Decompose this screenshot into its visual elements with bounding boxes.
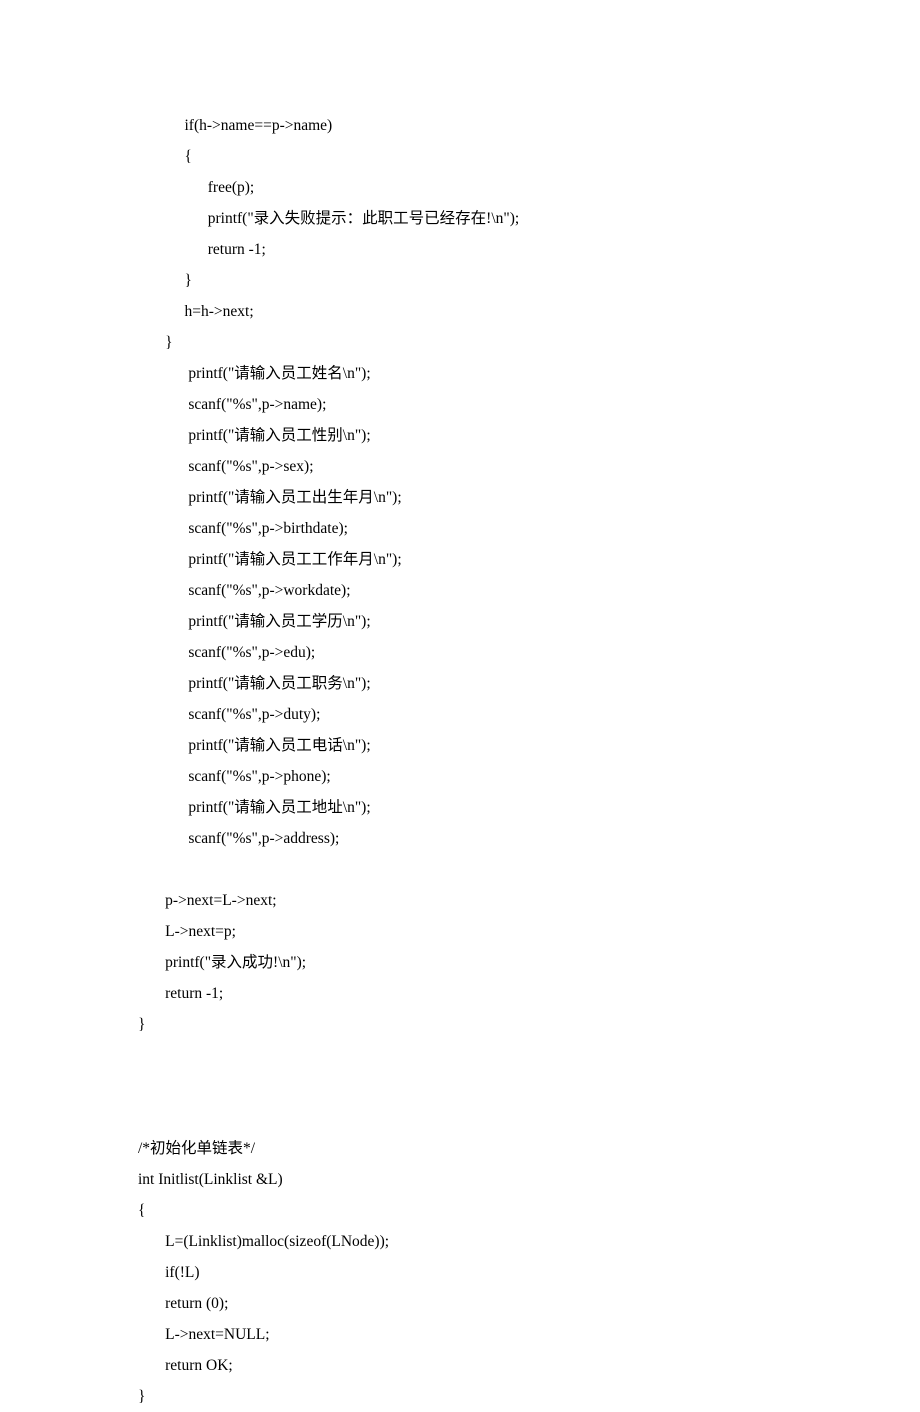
code-block: if(h->name==p->name) { free(p); printf("… bbox=[138, 110, 920, 1412]
document-page: if(h->name==p->name) { free(p); printf("… bbox=[0, 0, 920, 1412]
